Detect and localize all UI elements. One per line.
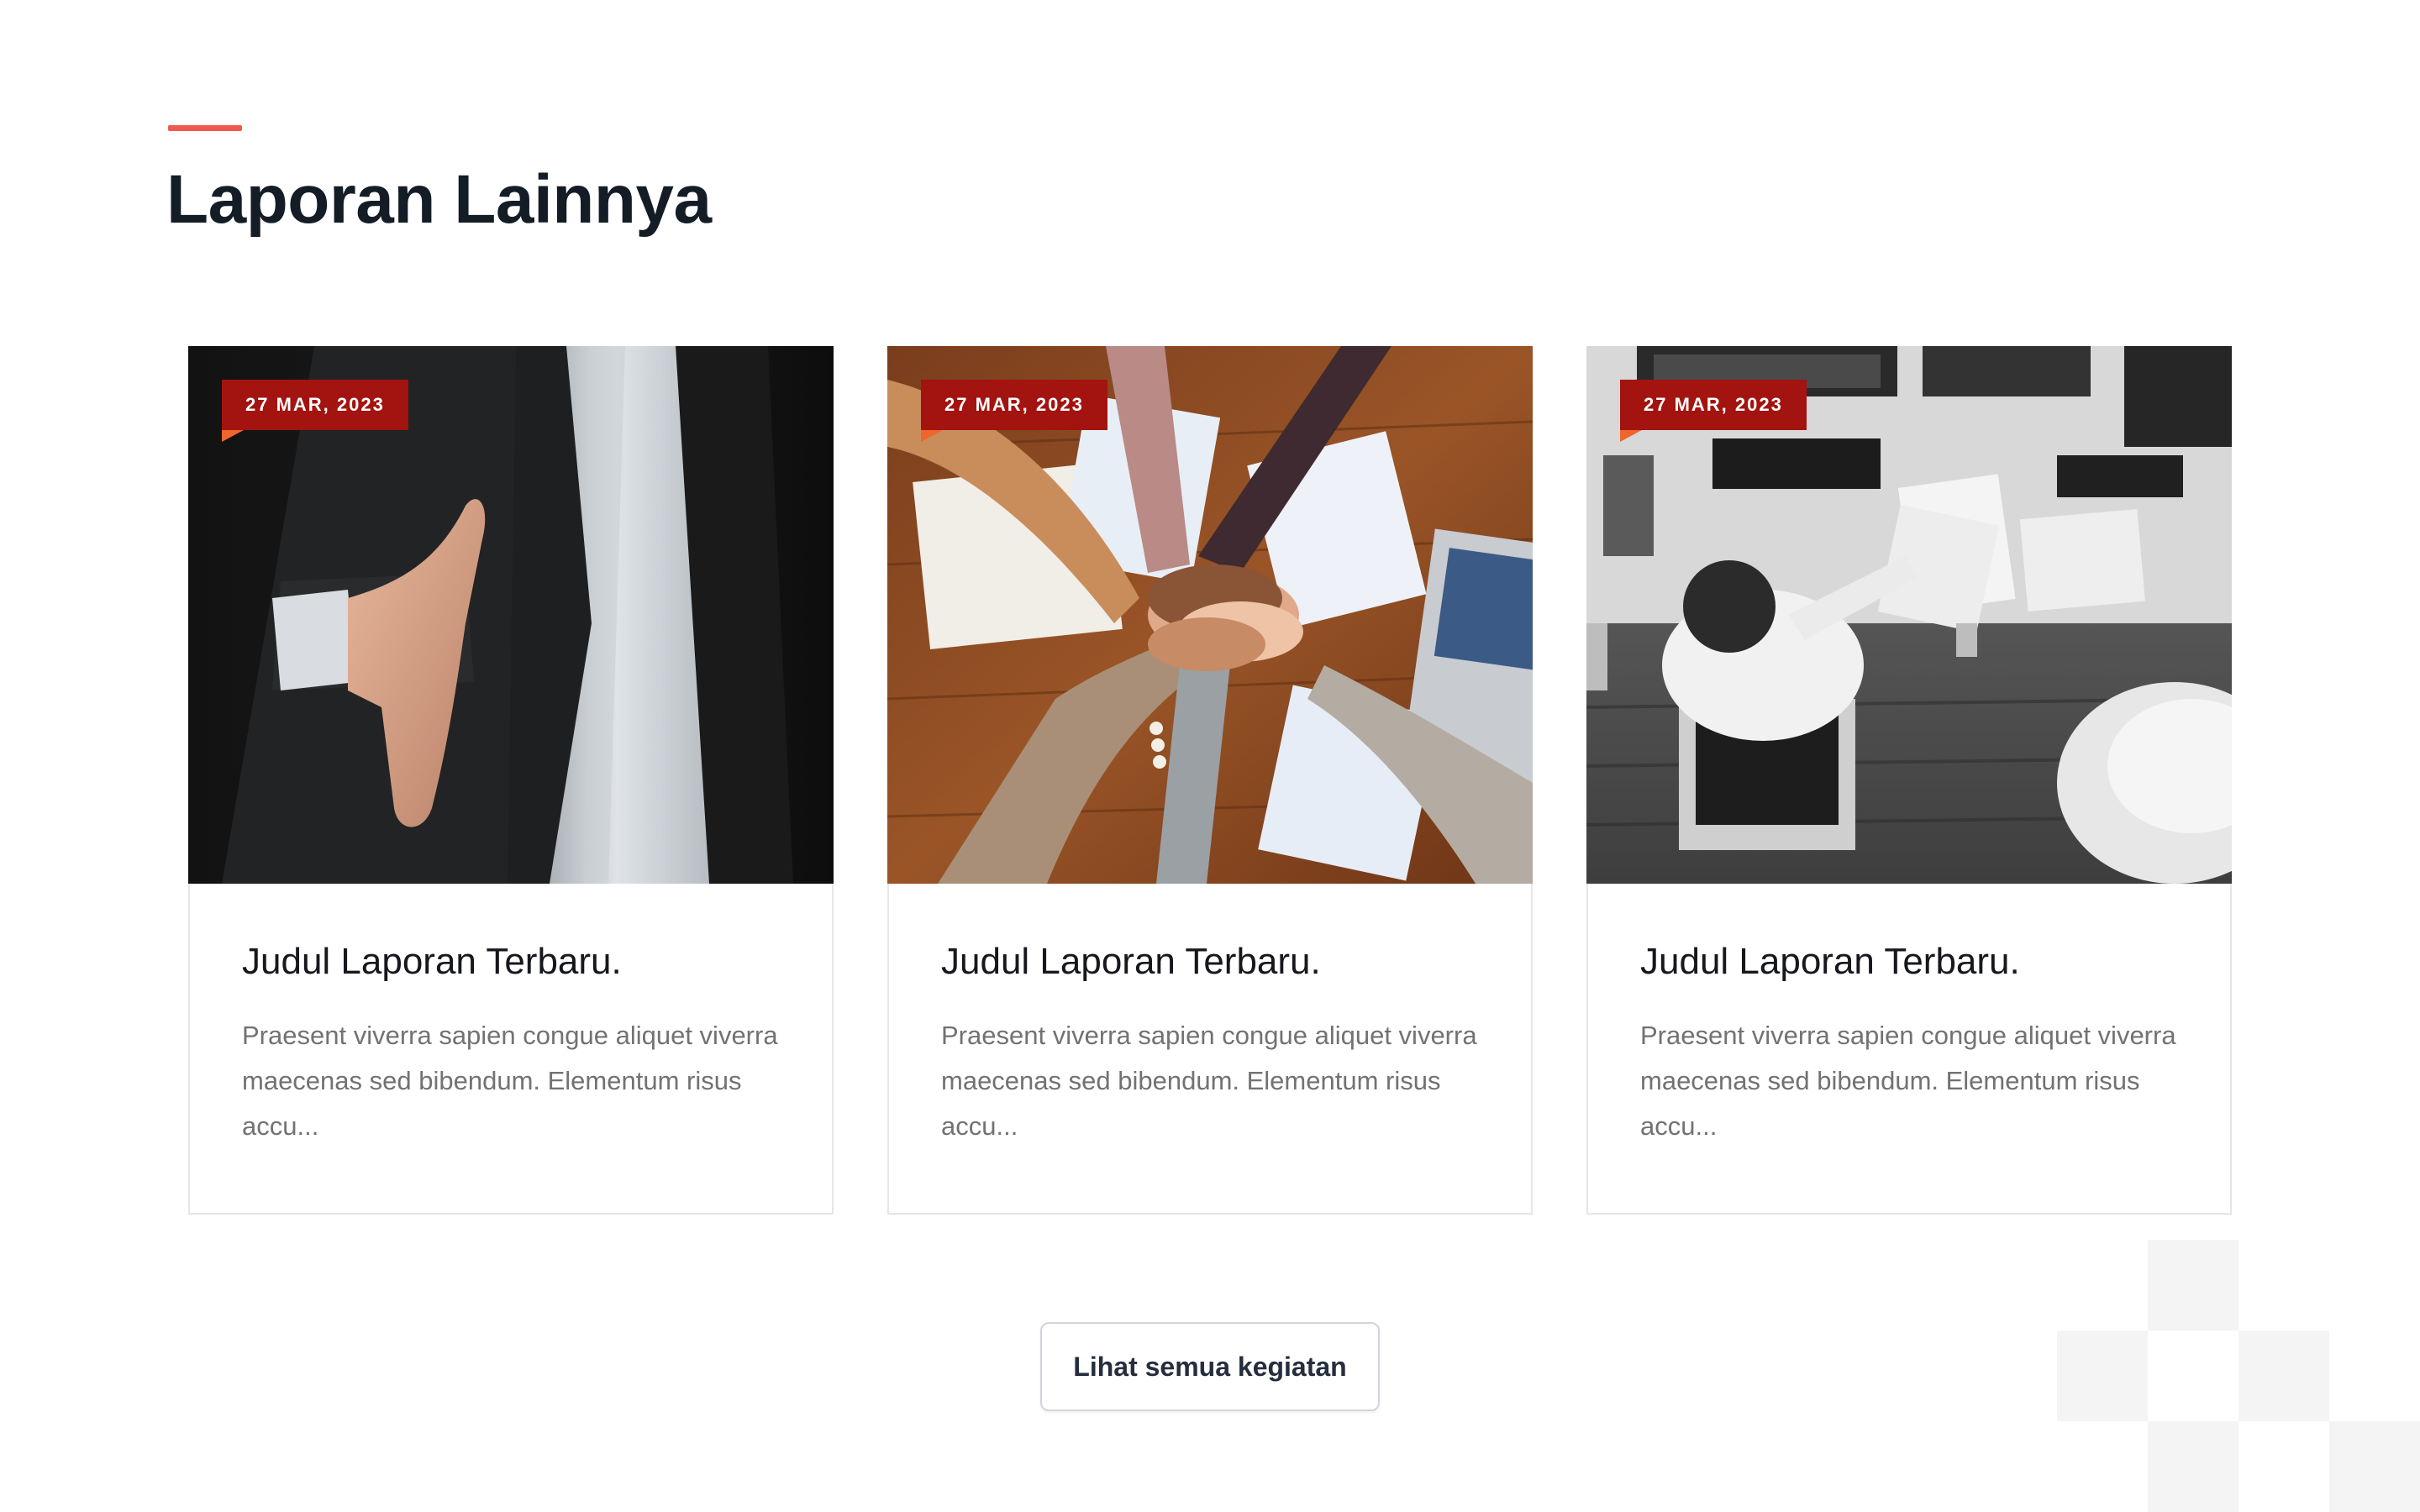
section-accent-bar (168, 125, 242, 131)
report-card-body: Judul Laporan Terbaru. Praesent viverra … (889, 884, 1531, 1149)
report-card[interactable]: 27 MAR, 2023 Judul Laporan Terbaru. Prae… (188, 346, 834, 1215)
report-card-image[interactable]: 27 MAR, 2023 (188, 346, 834, 884)
date-badge: 27 MAR, 2023 (222, 380, 408, 430)
report-card-body: Judul Laporan Terbaru. Praesent viverra … (190, 884, 832, 1149)
report-card-image[interactable]: 27 MAR, 2023 (887, 346, 1533, 884)
report-card-title[interactable]: Judul Laporan Terbaru. (242, 939, 780, 984)
report-card-body: Judul Laporan Terbaru. Praesent viverra … (1588, 884, 2230, 1149)
date-badge: 27 MAR, 2023 (1620, 380, 1807, 430)
report-card-image[interactable]: 27 MAR, 2023 (1586, 346, 2232, 884)
decorative-checker-pattern (2057, 1240, 2420, 1512)
report-card-excerpt: Praesent viverra sapien congue aliquet v… (242, 1021, 778, 1141)
date-badge: 27 MAR, 2023 (921, 380, 1107, 430)
report-card-title[interactable]: Judul Laporan Terbaru. (1640, 939, 2178, 984)
date-badge-tail (1620, 430, 1642, 442)
view-all-activities-button[interactable]: Lihat semua kegiatan (1040, 1322, 1380, 1411)
report-card-title[interactable]: Judul Laporan Terbaru. (941, 939, 1479, 984)
report-card-excerpt: Praesent viverra sapien congue aliquet v… (941, 1021, 1477, 1141)
section-title: Laporan Lainnya (166, 161, 712, 238)
date-badge-tail (222, 430, 244, 442)
report-card-excerpt: Praesent viverra sapien congue aliquet v… (1640, 1021, 2176, 1141)
report-card[interactable]: 27 MAR, 2023 Judul Laporan Terbaru. Prae… (887, 346, 1533, 1215)
report-card[interactable]: 27 MAR, 2023 Judul Laporan Terbaru. Prae… (1586, 346, 2232, 1215)
date-badge-tail (921, 430, 943, 442)
